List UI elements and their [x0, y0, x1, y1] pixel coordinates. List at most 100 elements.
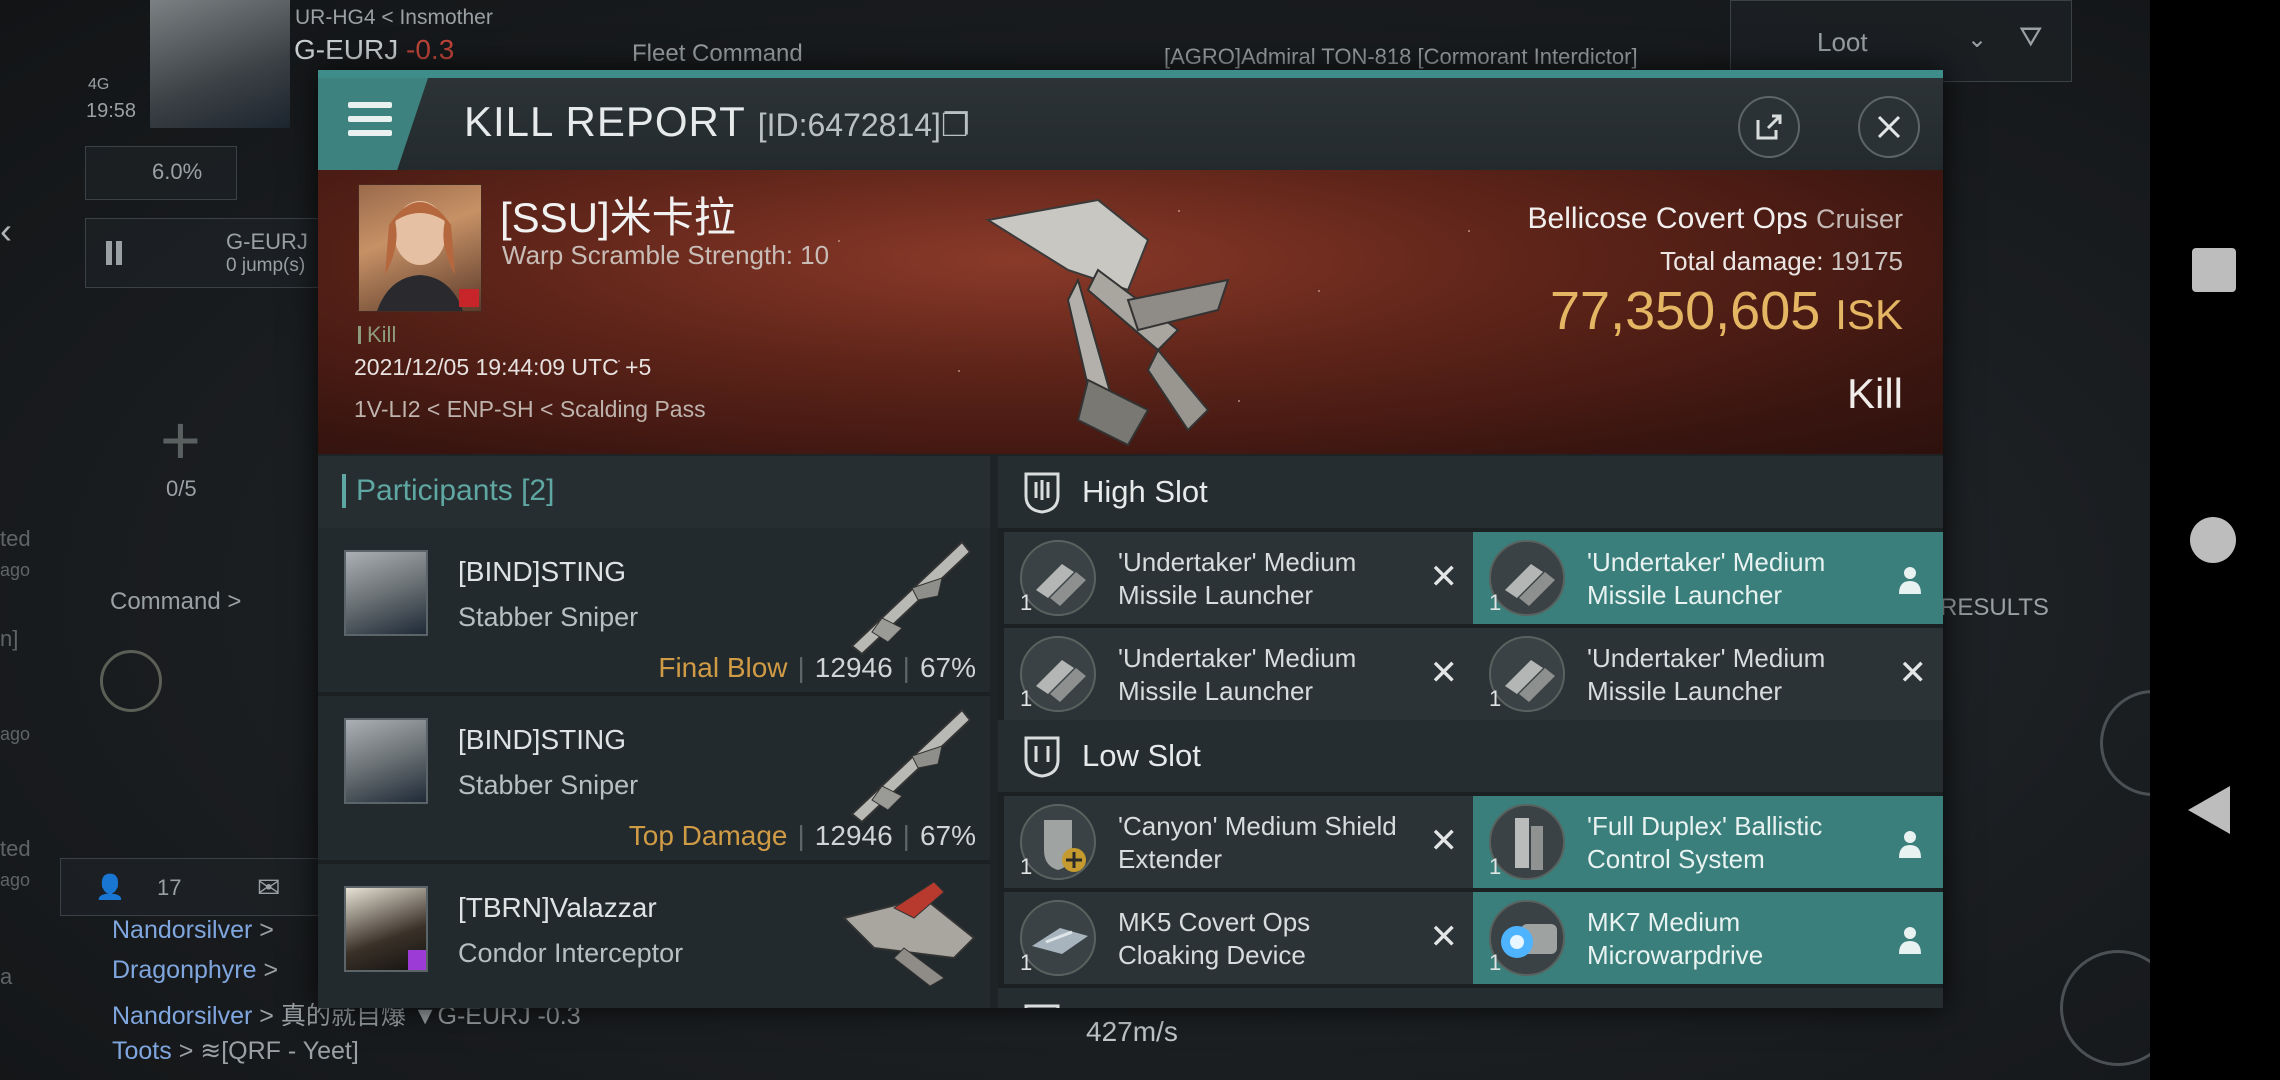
- route-panel[interactable]: G-EURJ 0 jump(s): [85, 218, 327, 288]
- mid-slot-icon: [1024, 1004, 1060, 1008]
- participant-avatar[interactable]: [344, 886, 428, 972]
- kill-result: Kill: [1846, 370, 1903, 417]
- kill-report-dialog: KILL REPORT [ID:6472814]❐ [SSU]米卡拉 Warp …: [318, 70, 1943, 1008]
- left-snippet: ago: [0, 724, 31, 744]
- victim-name[interactable]: [SSU]米卡拉: [500, 184, 736, 245]
- dialog-title: KILL REPORT [ID:6472814]❐: [464, 98, 970, 145]
- dropped-person-icon: [1899, 831, 1921, 858]
- members-icon[interactable]: 👤: [95, 873, 125, 902]
- filter-icon[interactable]: ⛛: [2019, 21, 2043, 54]
- module-cell[interactable]: 1 'Undertaker' Medium Missile Launcher ✕: [1473, 628, 1943, 720]
- pilot-corp: UR-HG4 < Insmother: [295, 6, 493, 29]
- victim-ship-type[interactable]: Bellicose Covert Ops Cruiser: [1528, 202, 1903, 236]
- chevron-down-icon[interactable]: ⌄: [1967, 25, 1987, 54]
- module-name: 'Undertaker' Medium Missile Launcher: [1587, 643, 1826, 706]
- left-snippet: ago: [0, 560, 31, 580]
- module-name: 'Undertaker' Medium Missile Launcher: [1118, 643, 1357, 706]
- chat-line[interactable]: Nandorsilver >: [112, 916, 274, 945]
- report-id: [ID:6472814]: [757, 107, 941, 143]
- victim-ship-image: [985, 198, 1230, 447]
- destroyed-icon: ✕: [1429, 918, 1459, 956]
- participant-ship-image: [850, 540, 972, 656]
- dialog-titlebar: KILL REPORT [ID:6472814]❐: [318, 70, 1943, 170]
- system-name[interactable]: G-EURJ -0.3: [294, 34, 454, 66]
- left-snippet: ago: [0, 870, 31, 890]
- chat-line[interactable]: Toots > ≋[QRF - Yeet]: [112, 1036, 359, 1066]
- kill-location[interactable]: 1V-LI2 < ENP-SH < Scalding Pass: [354, 396, 706, 423]
- participant-ship: Condor Interceptor: [458, 938, 684, 968]
- left-snippet: ted: [0, 836, 31, 861]
- kill-label: Kill: [358, 322, 396, 348]
- module-name: 'Full Duplex' Ballistic Control System: [1587, 811, 1823, 874]
- low-slot-header: Low Slot: [998, 720, 1943, 792]
- kill-header: [SSU]米卡拉 Warp Scramble Strength: 10 Kill…: [318, 170, 1943, 454]
- module-name: MK5 Covert Ops Cloaking Device: [1118, 907, 1311, 970]
- module-cell[interactable]: 1 MK7 Medium Microwarpdrive: [1473, 892, 1943, 984]
- module-cell[interactable]: 1 'Undertaker' Medium Missile Launcher: [1473, 532, 1943, 624]
- next-slot-header: [998, 988, 1943, 1008]
- module-cell[interactable]: 1 'Undertaker' Medium Missile Launcher ✕: [1004, 532, 1474, 624]
- destroyed-icon: ✕: [1429, 558, 1459, 596]
- destroyed-icon: ✕: [1898, 654, 1928, 692]
- fleet-command-label[interactable]: Fleet Command: [632, 40, 803, 68]
- participant-ship: Stabber Sniper: [458, 770, 639, 800]
- recents-button[interactable]: [2192, 248, 2236, 292]
- participant-ship-image: [850, 708, 972, 824]
- participant-row[interactable]: [TBRN]Valazzar Condor Interceptor: [318, 864, 990, 1008]
- kill-datetime: 2021/12/05 19:44:09 UTC +5: [354, 354, 652, 380]
- back-button[interactable]: [2188, 786, 2230, 834]
- left-snippet: a: [0, 964, 13, 989]
- target-icon[interactable]: [100, 650, 162, 712]
- module-cell[interactable]: 1 'Undertaker' Medium Missile Launcher ✕: [1004, 628, 1474, 720]
- add-slot-icon[interactable]: +: [160, 400, 201, 480]
- low-slot-icon: [1024, 736, 1060, 778]
- chat-tabs[interactable]: 👤 17 ✉: [60, 858, 320, 916]
- participant-row[interactable]: [BIND]STING Stabber Sniper Final Blow | 12…: [318, 528, 990, 696]
- signal-indicator: 4G: [88, 76, 110, 93]
- participants-panel[interactable]: Participants [2] [BIND]STING Stabber Sni…: [318, 456, 990, 1008]
- ticker: [AGRO]Admiral TON-818 [Cormorant Interdi…: [1164, 44, 1638, 69]
- speed-readout: 427m/s: [1086, 1016, 1178, 1047]
- copy-icon[interactable]: ❐: [941, 107, 970, 143]
- participant-stats: Top Damage | 12946 | 67%: [628, 820, 976, 851]
- module-name: MK7 Medium Microwarpdrive: [1587, 907, 1764, 970]
- cargo-indicator[interactable]: 6.0%: [85, 146, 237, 200]
- home-button[interactable]: [2190, 517, 2236, 563]
- module-cell[interactable]: 1 'Canyon' Medium Shield Extender ✕: [1004, 796, 1474, 888]
- participant-avatar[interactable]: [344, 718, 428, 804]
- module-name: 'Undertaker' Medium Missile Launcher: [1118, 547, 1357, 610]
- hostile-badge: [459, 289, 479, 307]
- dropped-person-icon: [1899, 567, 1921, 594]
- participant-name: [BIND]STING: [458, 724, 627, 755]
- dropped-person-icon: [1899, 927, 1921, 954]
- participant-name: [BIND]STING: [458, 556, 627, 587]
- mail-icon[interactable]: ✉: [257, 871, 280, 904]
- isk-value: 77,350,605 ISK: [1550, 281, 1903, 341]
- share-icon[interactable]: [1738, 96, 1800, 158]
- command-link[interactable]: Command >: [110, 588, 241, 616]
- pilot-avatar[interactable]: [150, 0, 290, 128]
- left-snippet: ted: [0, 526, 31, 551]
- results-label[interactable]: RESULTS: [1940, 594, 2049, 622]
- participant-avatar[interactable]: [344, 550, 428, 636]
- close-icon[interactable]: [1858, 96, 1920, 158]
- participants-header: Participants [2]: [318, 456, 990, 528]
- participant-ship: Stabber Sniper: [458, 602, 639, 632]
- high-slot-header: High Slot: [998, 456, 1943, 528]
- pause-icon[interactable]: [106, 241, 112, 265]
- victim-portrait[interactable]: [358, 184, 482, 312]
- participant-name: [TBRN]Valazzar: [458, 892, 657, 923]
- warp-scramble: Warp Scramble Strength: 10: [502, 240, 830, 270]
- chat-line[interactable]: Dragonphyre >: [112, 956, 278, 985]
- participant-stats: Final Blow | 12946 | 67%: [658, 652, 976, 683]
- left-snippet: n]: [0, 626, 19, 651]
- destroyed-icon: ✕: [1429, 822, 1459, 860]
- module-cell[interactable]: 1 MK5 Covert Ops Cloaking Device ✕: [1004, 892, 1474, 984]
- total-damage: Total damage: 19175: [1660, 246, 1903, 276]
- hamburger-icon[interactable]: [318, 78, 428, 170]
- collapse-chevron-icon[interactable]: ‹: [0, 210, 12, 252]
- module-cell[interactable]: 1 'Full Duplex' Ballistic Control System: [1473, 796, 1943, 888]
- clock: 19:58: [86, 100, 137, 122]
- fitting-panel[interactable]: High Slot 1 'Undertaker' Medium Missile …: [998, 456, 1943, 1008]
- participant-row[interactable]: [BIND]STING Stabber Sniper Top Damage | 12…: [318, 696, 990, 864]
